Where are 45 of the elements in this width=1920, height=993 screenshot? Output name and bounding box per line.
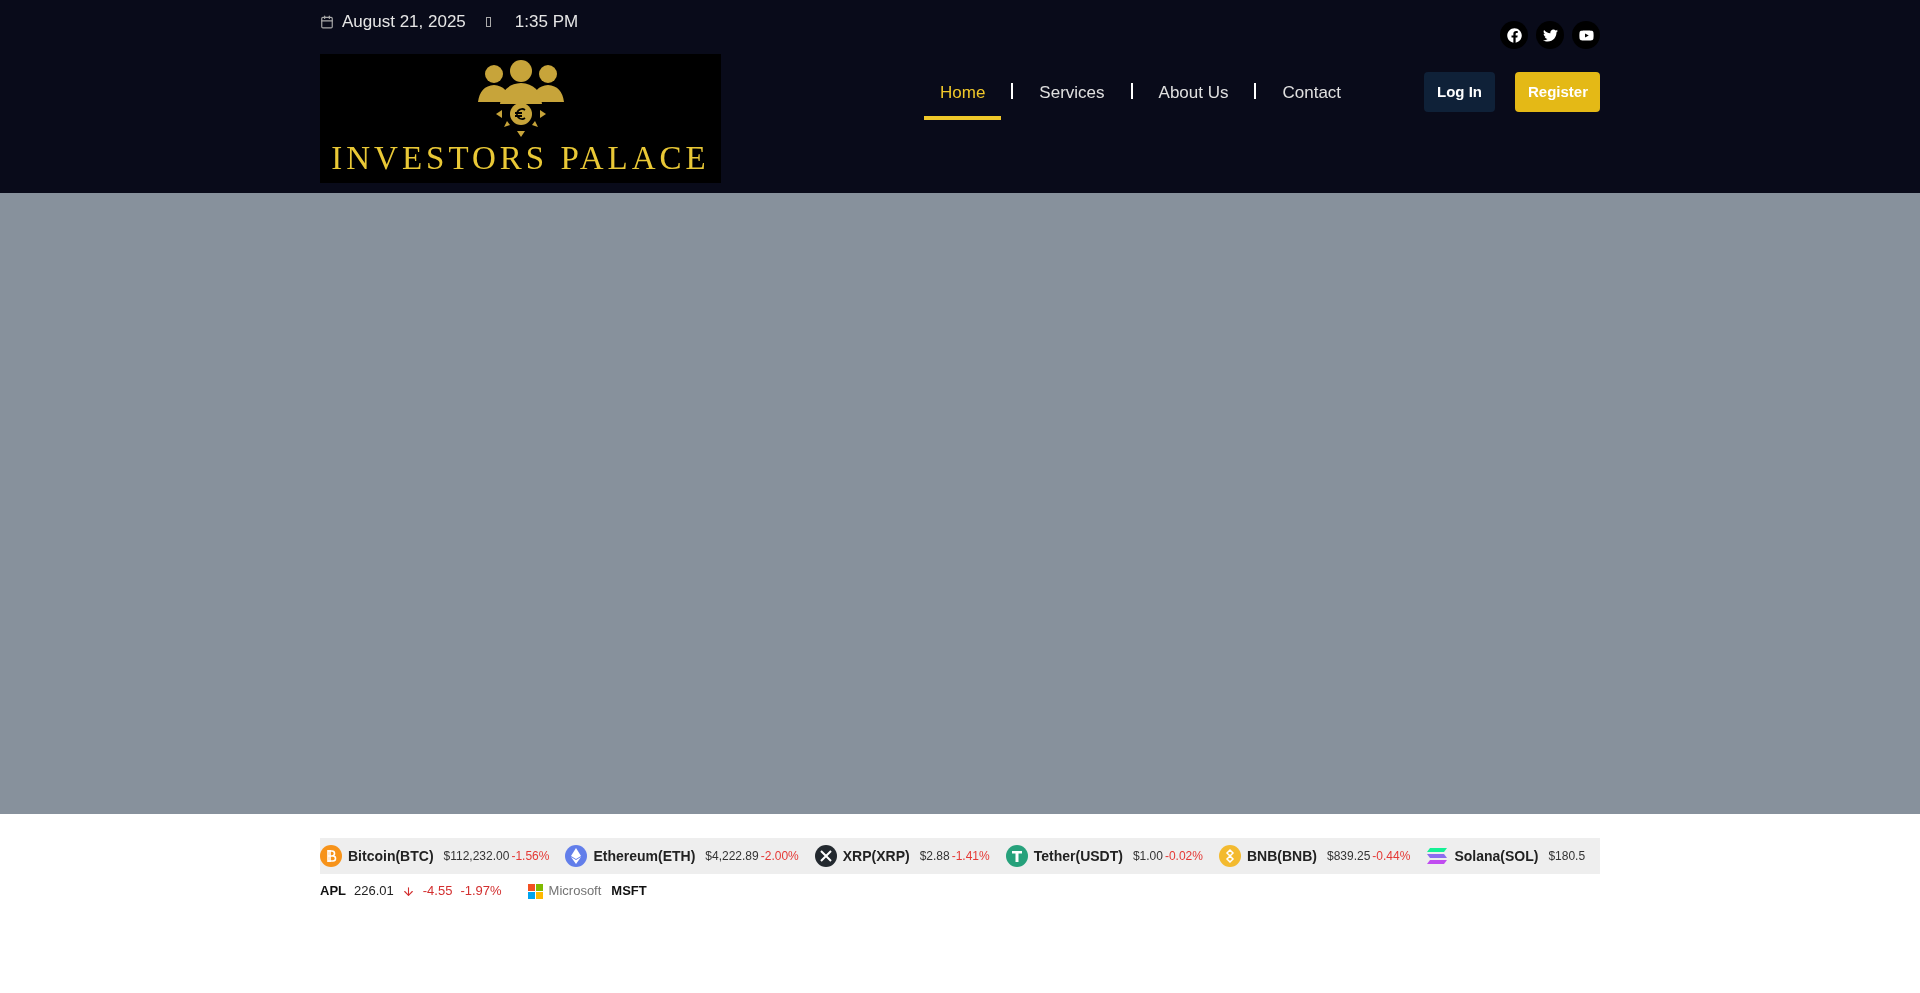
coin-price: $4,222.89 bbox=[705, 848, 759, 865]
stock-percent: -1.97% bbox=[460, 882, 502, 901]
login-button[interactable]: Log In bbox=[1424, 72, 1495, 112]
coin-name: XRP(XRP) bbox=[842, 846, 910, 866]
brand-name: Microsoft bbox=[548, 882, 602, 901]
stock-change: -4.55 bbox=[422, 882, 453, 901]
coin-change: -1.41% bbox=[951, 848, 990, 865]
stock-symbol: APL bbox=[320, 882, 346, 901]
coin-name: Tether(USDT) bbox=[1033, 846, 1123, 866]
coin-price: $112,232.00 bbox=[443, 848, 510, 865]
coin-price: $180.5 bbox=[1548, 848, 1586, 865]
stock-symbol: MSFT bbox=[611, 882, 647, 901]
coin-price: $2.88 bbox=[919, 848, 950, 865]
coin-icon bbox=[1218, 845, 1241, 867]
coin-change: -0.02% bbox=[1164, 848, 1203, 865]
people-money-icon bbox=[475, 60, 566, 138]
coin-change: -2.00% bbox=[760, 848, 799, 865]
nav-link[interactable]: Services bbox=[1023, 80, 1121, 120]
coin-icon bbox=[320, 845, 342, 867]
time-text: 1:35 PM bbox=[514, 11, 579, 34]
coin-name: Ethereum(ETH) bbox=[593, 846, 696, 866]
date-text: August 21, 2025 bbox=[342, 11, 466, 34]
logo[interactable]: INVESTORS PALACE bbox=[320, 54, 721, 183]
coin-name: BNB(BNB) bbox=[1246, 846, 1317, 866]
four-squares-icon bbox=[527, 883, 543, 899]
coin-change: -0.44% bbox=[1372, 848, 1411, 865]
nav-link[interactable]: Home bbox=[924, 80, 1002, 120]
bird-icon[interactable] bbox=[1536, 21, 1564, 49]
nav-link[interactable]: About Us bbox=[1142, 80, 1245, 120]
logo-text: INVESTORS PALACE bbox=[331, 142, 710, 175]
coin-price: $839.25 bbox=[1326, 848, 1371, 865]
coin-icon bbox=[565, 845, 588, 867]
coin-name: Solana(SOL) bbox=[1454, 846, 1539, 866]
coin-icon bbox=[814, 845, 837, 867]
coin-icon bbox=[1005, 845, 1028, 867]
play-icon[interactable] bbox=[1572, 21, 1600, 49]
coin-name: Bitcoin(BTC) bbox=[348, 846, 434, 866]
stock-price: 226.01 bbox=[354, 882, 394, 901]
coin-price: $1.00 bbox=[1132, 848, 1163, 865]
down-arrow-icon bbox=[401, 884, 415, 898]
coin-change: -1.56% bbox=[511, 848, 550, 865]
facebook-icon[interactable] bbox=[1500, 21, 1528, 49]
nav-link[interactable]: Contact bbox=[1266, 80, 1358, 120]
calendar-icon bbox=[320, 15, 334, 29]
coin-icon bbox=[1426, 847, 1449, 865]
